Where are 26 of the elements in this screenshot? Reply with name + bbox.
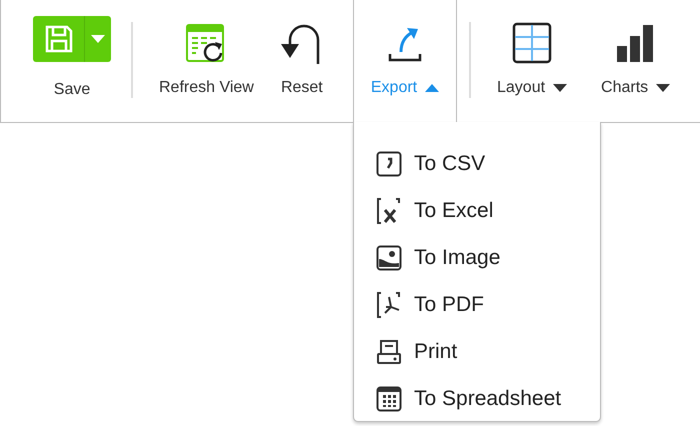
printer-icon — [376, 338, 402, 364]
bar-chart-icon — [616, 24, 656, 64]
dropdown-button[interactable]: Charts — [567, 0, 670, 100]
comma-icon — [376, 150, 402, 176]
toolbar-button[interactable]: Reset — [254, 0, 324, 100]
save-split-button[interactable] — [33, 16, 111, 62]
refresh-table-icon — [186, 24, 226, 64]
image-icon — [376, 244, 402, 270]
caret-up-icon — [425, 84, 440, 92]
menu-item[interactable]: To Excel — [354, 187, 600, 234]
excel-file-icon — [376, 196, 402, 224]
menu-item[interactable]: To Image — [354, 234, 600, 281]
save-icon — [44, 24, 74, 54]
calendar-grid-icon — [376, 386, 402, 412]
caret-down-icon — [91, 35, 105, 43]
caret-down-icon — [656, 84, 670, 92]
menu-item[interactable]: Print — [354, 328, 600, 375]
grid-icon — [512, 22, 552, 64]
caret-down-icon — [553, 84, 568, 92]
dropdown-button[interactable]: Layout — [471, 0, 568, 100]
toolbar-button[interactable]: Refresh View — [133, 0, 254, 100]
menu-item[interactable]: To CSV — [354, 140, 600, 187]
pdf-file-icon — [376, 290, 402, 318]
menu-item[interactable]: To PDF — [354, 281, 600, 328]
save-label: Save — [54, 80, 90, 100]
menu-item[interactable]: To Spreadsheet — [354, 375, 600, 422]
